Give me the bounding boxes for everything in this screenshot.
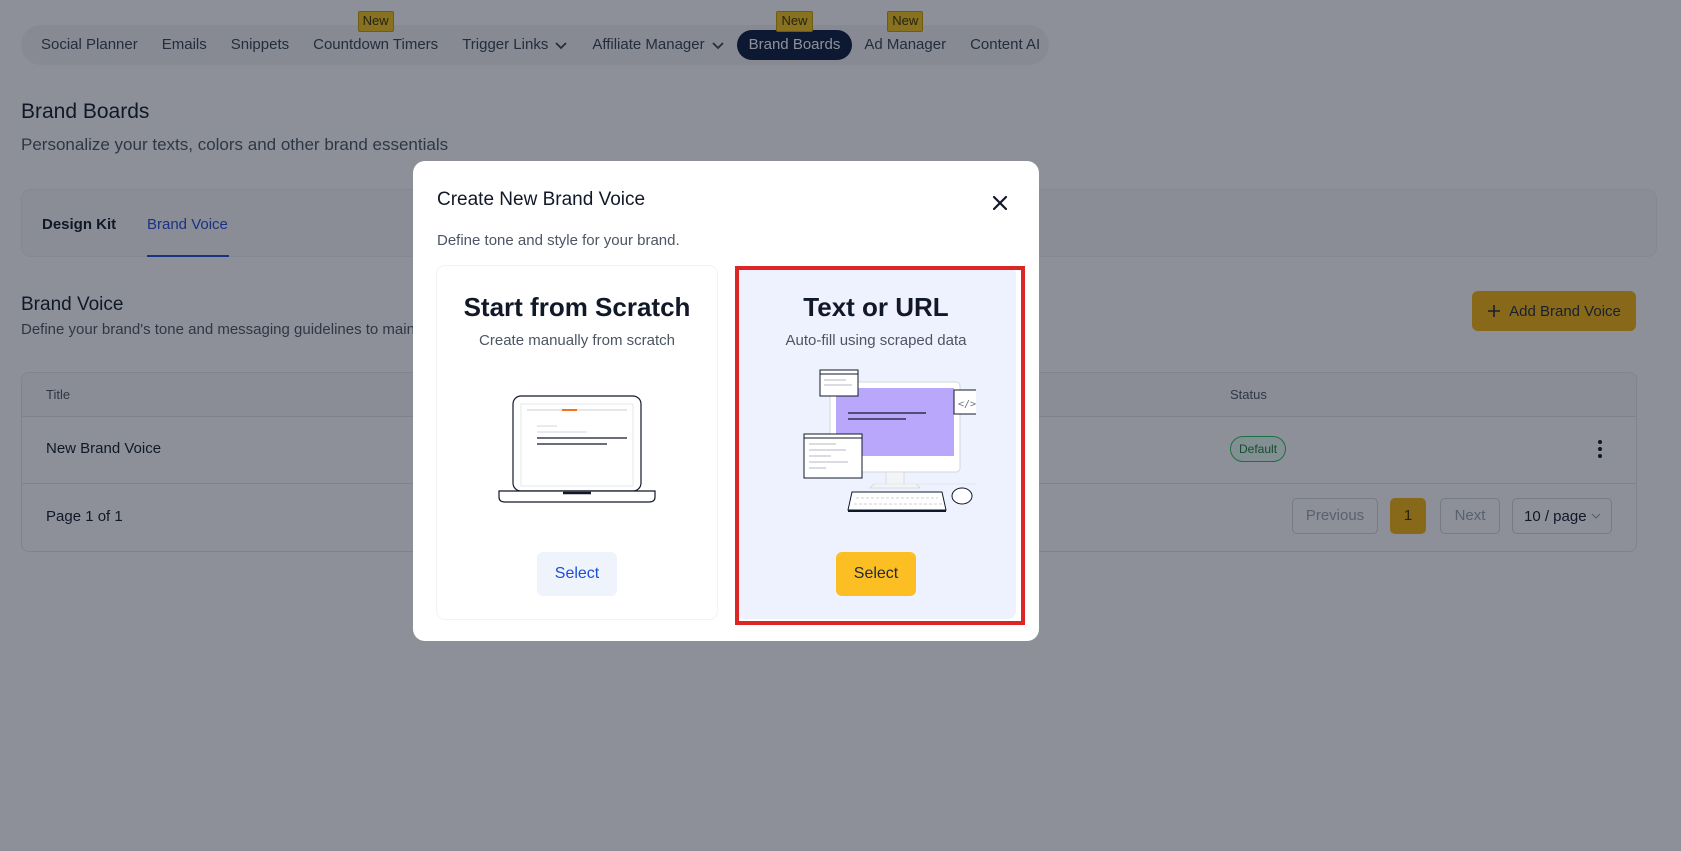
option-subtitle: Auto-fill using scraped data <box>785 332 967 349</box>
select-scratch-button[interactable]: Select <box>537 552 617 596</box>
option-title: Text or URL <box>803 292 949 322</box>
option-start-from-scratch[interactable]: Start from Scratch Create manually from … <box>437 266 717 619</box>
create-brand-voice-modal: Create New Brand Voice Define tone and s… <box>413 161 1039 641</box>
svg-text:</>: </> <box>958 399 976 410</box>
option-text-or-url[interactable]: Text or URL Auto-fill using scraped data… <box>736 266 1016 619</box>
option-subtitle: Create manually from scratch <box>479 332 675 349</box>
close-icon[interactable] <box>988 191 1012 215</box>
laptop-illustration <box>498 395 656 503</box>
modal-title: Create New Brand Voice <box>437 189 646 210</box>
option-title: Start from Scratch <box>463 292 691 322</box>
modal-description: Define tone and style for your brand. <box>437 232 680 249</box>
desktop-computer-illustration: </> <box>803 369 976 512</box>
select-text-url-button[interactable]: Select <box>836 552 916 596</box>
